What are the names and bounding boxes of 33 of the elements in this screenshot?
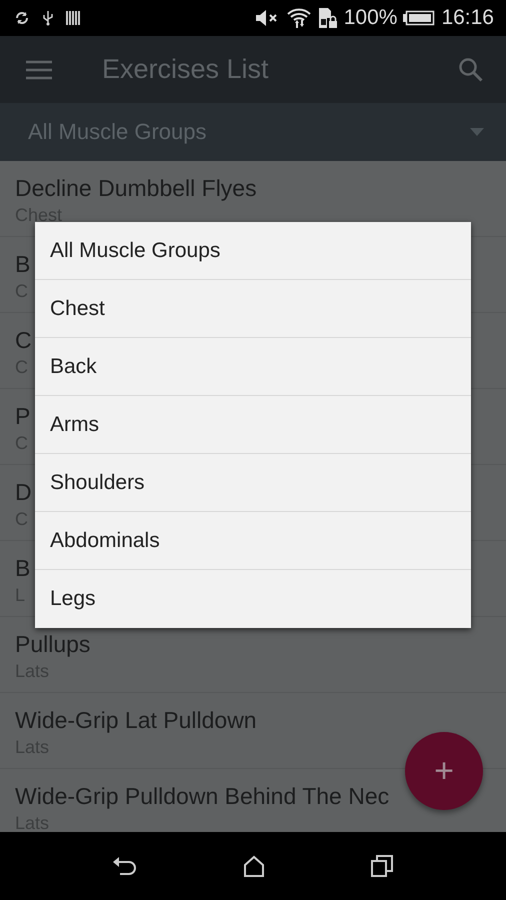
search-icon	[458, 56, 484, 82]
menu-icon	[26, 60, 52, 80]
recents-icon	[370, 854, 394, 878]
dropdown-option[interactable]: Chest	[35, 280, 471, 338]
sync-icon	[14, 10, 30, 26]
clock: 16:16	[441, 6, 494, 30]
exercise-name: Wide-Grip Lat Pulldown	[15, 708, 257, 734]
exercise-name: B	[15, 556, 30, 582]
dropdown-option[interactable]: Arms	[35, 396, 471, 454]
dropdown-option[interactable]: Abdominals	[35, 512, 471, 570]
exercise-name: Pullups	[15, 632, 90, 658]
usb-icon	[42, 10, 54, 26]
exercise-name: D	[15, 480, 32, 506]
home-icon	[242, 855, 265, 877]
barcode-icon	[66, 10, 80, 26]
search-button[interactable]	[458, 56, 484, 82]
exercise-name: Wide-Grip Pulldown Behind The Nec	[15, 784, 390, 810]
battery-percent: 100%	[344, 6, 398, 30]
back-icon	[112, 855, 138, 877]
add-button[interactable]: +	[405, 732, 483, 810]
dropdown-option[interactable]: Back	[35, 338, 471, 396]
menu-button[interactable]	[26, 60, 52, 80]
exercise-name: P	[15, 404, 30, 430]
screen-title: Exercises List	[102, 54, 270, 85]
exercise-name: Decline Dumbbell Flyes	[15, 176, 257, 202]
dropdown-option[interactable]: All Muscle Groups	[35, 222, 471, 280]
sim-lock-icon	[318, 7, 338, 29]
dropdown-arrow-icon	[470, 128, 484, 136]
exercise-name: B	[15, 252, 30, 278]
wifi-icon	[286, 6, 312, 30]
battery-icon	[403, 10, 436, 26]
exercise-name: C	[15, 328, 32, 354]
dropdown-option[interactable]: Shoulders	[35, 454, 471, 512]
